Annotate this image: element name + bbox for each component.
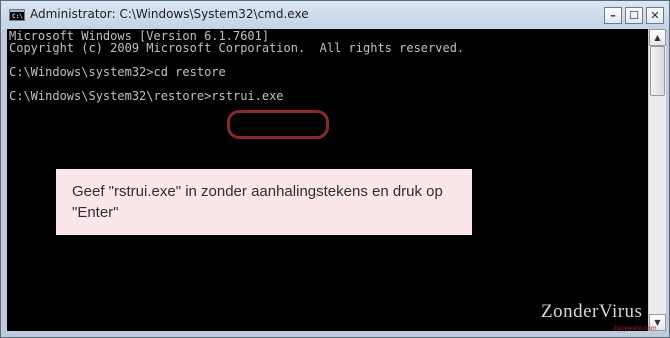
callout-text: Geef "rstrui.exe" in zonder aanhalingste… [72,183,443,221]
watermark-logo: ZonderVirus [541,301,643,322]
console-area[interactable]: Microsoft Windows [Version 6.1.7601] Copy… [7,29,648,331]
vertical-scrollbar[interactable]: ▲ ▼ [648,29,666,331]
title-bar[interactable]: C:\ Administrator: C:\Windows\System32\c… [1,1,669,29]
command-highlight-ring [227,110,329,139]
instruction-callout: Geef "rstrui.exe" in zonder aanhalingste… [56,169,472,235]
scroll-up-icon[interactable]: ▲ [649,29,666,46]
minimize-button[interactable]: – [604,7,622,24]
console-line-rstrui-command: C:\Windows\System32\restore>rstrui.exe [9,89,284,103]
maximize-button[interactable]: ☐ [625,7,643,24]
console-output: Microsoft Windows [Version 6.1.7601] Copy… [9,30,464,102]
window-title: Administrator: C:\Windows\System32\cmd.e… [30,7,309,21]
console-line-cd-command: C:\Windows\system32>cd restore [9,65,226,79]
scrollbar-thumb[interactable] [650,46,665,96]
close-button[interactable]: ✕ [646,7,664,24]
console-line-copyright: Copyright (c) 2009 Microsoft Corporation… [9,41,465,55]
cmd-window: C:\ Administrator: C:\Windows\System32\c… [0,0,670,338]
cmd-app-icon[interactable]: C:\ [9,9,25,21]
watermark-subtext: 2spyware.com [613,325,657,332]
cmd-icon-label: C:\ [12,13,23,20]
